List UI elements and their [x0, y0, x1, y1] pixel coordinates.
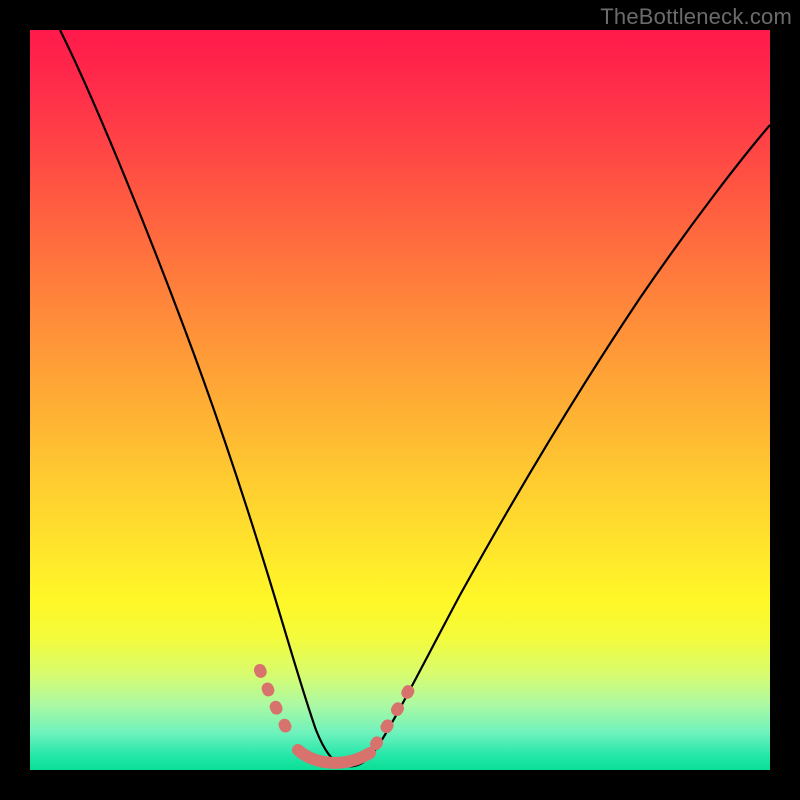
accent-right-dots: [376, 685, 412, 744]
accent-bottom: [298, 750, 370, 763]
accent-group: [260, 670, 412, 763]
plot-area: [30, 30, 770, 770]
accent-left-dots: [260, 670, 292, 738]
curve-layer: [30, 30, 770, 770]
main-curve: [60, 30, 770, 766]
watermark-text: TheBottleneck.com: [600, 4, 792, 30]
outer-frame: TheBottleneck.com: [0, 0, 800, 800]
